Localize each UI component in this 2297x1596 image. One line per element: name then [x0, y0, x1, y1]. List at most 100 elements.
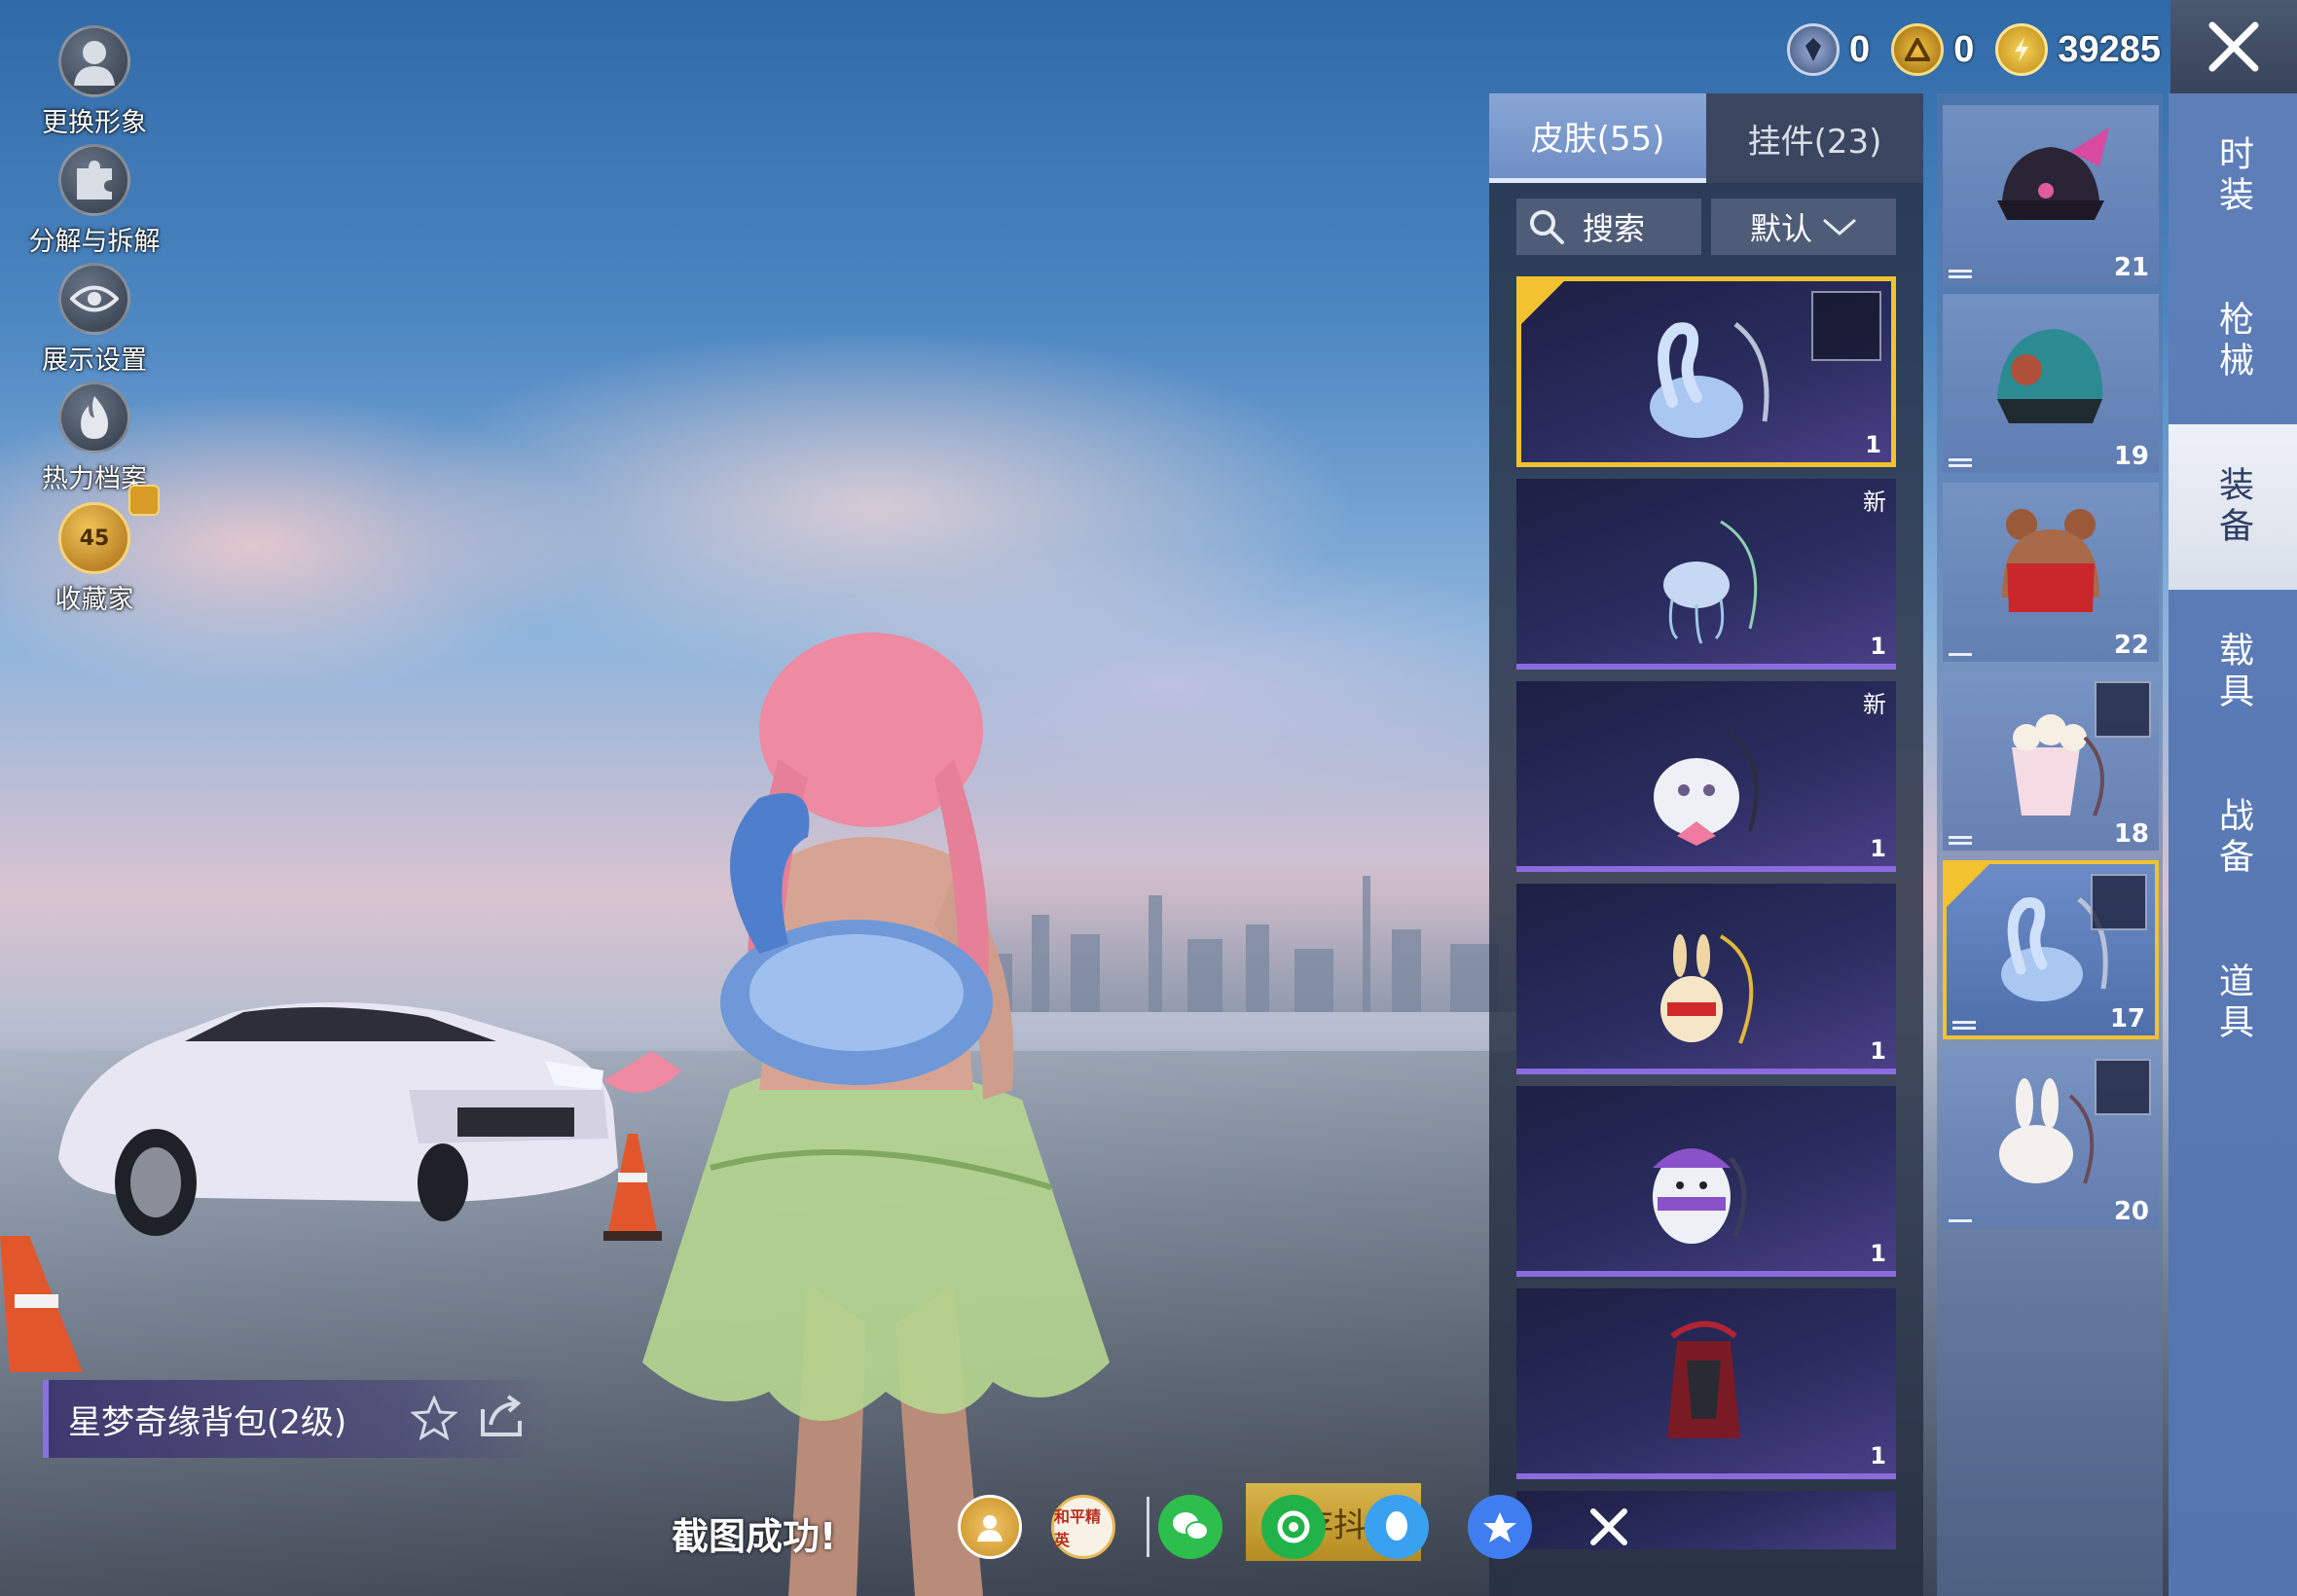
- item-qty: 1: [1870, 835, 1886, 862]
- search-icon: [1530, 210, 1564, 244]
- drag-handle-icon: [1949, 650, 1972, 656]
- item-card-bunny-plush-backpack[interactable]: 1: [1516, 884, 1896, 1074]
- category-label: 装备: [2213, 466, 2253, 548]
- slot-popcorn-backpack[interactable]: 18: [1943, 671, 2159, 851]
- currency-coin-value: 39285: [2058, 28, 2161, 70]
- category-fashion[interactable]: 时装: [2169, 93, 2297, 259]
- slot-count: 20: [2113, 1197, 2149, 1226]
- qq-icon[interactable]: [1365, 1495, 1429, 1559]
- category-tabs: 时装 枪械 装备 载具 战备 道具: [2169, 93, 2297, 1596]
- penguin-backpack-icon: [1653, 1148, 1747, 1244]
- new-tag: 新: [1863, 691, 1886, 718]
- slot-swan-backpack[interactable]: 17: [1943, 860, 2159, 1039]
- cute-pink-backpack-icon: [1654, 732, 1759, 846]
- medal-coin-icon: [1787, 23, 1841, 76]
- new-tag: 新: [1863, 489, 1886, 516]
- category-equipment[interactable]: 装备: [2169, 424, 2297, 590]
- slot-count: 22: [2113, 631, 2149, 660]
- category-vehicles[interactable]: 载具: [2169, 590, 2297, 755]
- teal-helmet-icon: [1997, 329, 2103, 423]
- screenshot-success-text: 截图成功!: [672, 1515, 837, 1558]
- search-label: 搜索: [1583, 210, 1646, 247]
- share-icon[interactable]: [477, 1394, 526, 1438]
- search-button[interactable]: 搜索: [1516, 199, 1701, 255]
- item-card-penguin-backpack[interactable]: 1: [1516, 1086, 1896, 1277]
- person-icon: [58, 25, 130, 97]
- currency-token: 0: [1891, 23, 1974, 76]
- jellyfish-backpack-icon: [1663, 520, 1758, 644]
- heat-archive-button[interactable]: 热力档案: [21, 381, 167, 495]
- currency-bar: 0 0 39285: [1787, 19, 2161, 80]
- tab-pendants[interactable]: 挂件(23): [1706, 93, 1923, 183]
- qzone-icon[interactable]: [1468, 1495, 1532, 1559]
- display-settings-label: 展示设置: [42, 345, 147, 376]
- inventory-panel: 皮肤(55) 挂件(23) 搜索 默认 1 新 1 新 1 1 1 1: [1489, 93, 1923, 1596]
- decompose-button[interactable]: 分解与拆解: [21, 144, 167, 258]
- white-sports-car: [58, 1002, 618, 1236]
- category-label: 时装: [2213, 135, 2253, 217]
- slot-teal-helmet[interactable]: 19: [1943, 294, 2159, 473]
- slot-count: 18: [2113, 819, 2149, 849]
- eye-icon: [58, 263, 130, 335]
- display-settings-button[interactable]: 展示设置: [21, 263, 167, 377]
- collector-level: 45: [79, 526, 110, 551]
- currency-medal: 0: [1787, 23, 1870, 76]
- swan-backpack-icon: [1650, 322, 1769, 438]
- decompose-label: 分解与拆解: [28, 227, 161, 257]
- item-card-jellyfish-backpack[interactable]: 新 1: [1516, 479, 1896, 670]
- drag-handle-icon: [1949, 455, 1972, 467]
- avatar-share-icon[interactable]: [958, 1495, 1022, 1559]
- item-qty: 1: [1870, 1240, 1886, 1267]
- category-battle-prep[interactable]: 战备: [2169, 755, 2297, 921]
- pendant-slot-icon: [2095, 1059, 2151, 1115]
- change-look-button[interactable]: 更换形象: [21, 25, 167, 139]
- item-card-swan-backpack[interactable]: 1: [1516, 276, 1896, 467]
- category-label: 道具: [2213, 962, 2253, 1044]
- flame-icon: [58, 381, 130, 453]
- category-label: 枪械: [2213, 301, 2253, 382]
- pendant-slot-icon: [2095, 681, 2151, 738]
- currency-coin: 39285: [1995, 23, 2161, 76]
- item-card-cute-pink-backpack[interactable]: 新 1: [1516, 681, 1896, 872]
- drag-handle-icon: [1949, 1216, 1972, 1222]
- item-qty: 1: [1870, 633, 1886, 660]
- moments-icon[interactable]: [1261, 1495, 1326, 1559]
- sort-label: 默认: [1749, 210, 1812, 247]
- collector-badge-icon: 45: [58, 502, 130, 574]
- traffic-cone: [0, 1236, 83, 1372]
- category-label: 战备: [2213, 797, 2253, 879]
- red-mech-backpack-icon: [1667, 1321, 1740, 1438]
- wechat-icon[interactable]: [1158, 1495, 1222, 1559]
- slot-bunny-backpack[interactable]: 20: [1943, 1049, 2159, 1228]
- category-weapons[interactable]: 枪械: [2169, 259, 2297, 424]
- item-qty: 1: [1870, 1442, 1886, 1469]
- category-items[interactable]: 道具: [2169, 921, 2297, 1086]
- collector-label: 收藏家: [55, 585, 134, 615]
- slot-cat-ear-helmet[interactable]: 21: [1943, 105, 2159, 284]
- slot-count: 21: [2113, 253, 2149, 282]
- collector-button[interactable]: 45 收藏家: [21, 502, 167, 616]
- item-card-red-mech-backpack[interactable]: 1: [1516, 1288, 1896, 1479]
- favorite-star-icon[interactable]: [411, 1396, 457, 1440]
- lightning-coin-icon: [1995, 23, 2049, 76]
- equipped-check-icon: [1521, 281, 1564, 324]
- close-button[interactable]: [2170, 0, 2297, 93]
- slot-bear-red-helmet[interactable]: 22: [1943, 483, 2159, 662]
- currency-token-value: 0: [1953, 28, 1975, 70]
- drag-handle-icon: [1952, 1018, 1976, 1030]
- drag-handle-icon: [1949, 833, 1972, 845]
- peace-elite-share-icon[interactable]: 和平精英: [1051, 1495, 1115, 1559]
- bear-red-helmet-icon: [2002, 509, 2099, 612]
- drag-handle-icon: [1949, 267, 1972, 278]
- tab-skins[interactable]: 皮肤(55): [1489, 93, 1706, 183]
- sort-dropdown[interactable]: 默认: [1711, 199, 1896, 255]
- pendant-slot-icon: [1811, 291, 1881, 361]
- pendant-slot-icon: [2091, 874, 2147, 930]
- change-look-label: 更换形象: [42, 108, 147, 138]
- gold-token-icon: [1891, 23, 1945, 76]
- puzzle-icon: [58, 144, 130, 216]
- selected-item-title: 星梦奇缘背包(2级): [43, 1380, 549, 1458]
- peace-elite-label: 和平精英: [1054, 1507, 1102, 1549]
- close-bar-icon[interactable]: [1577, 1495, 1641, 1559]
- slot-count: 19: [2113, 442, 2149, 471]
